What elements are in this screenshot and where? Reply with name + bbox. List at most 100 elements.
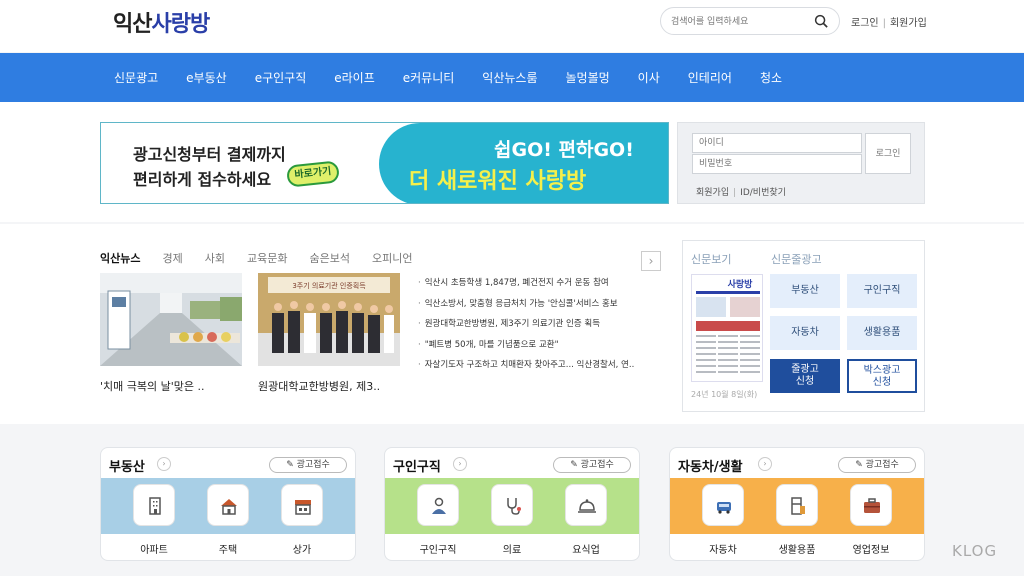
banner-left-line1: 광고신청부터 결제까지 (133, 145, 286, 164)
chevron-right-icon[interactable]: › (453, 457, 467, 471)
newspaper-panel: 신문보기 신문줄광고 사랑방 24년 10월 8일(화) 부동산 구인구직 자동… (682, 240, 925, 412)
logo-part1: 익산 (113, 12, 152, 37)
paper-button-household[interactable]: 생활용품 (847, 316, 917, 350)
item-label-household: 생활용품 (778, 545, 816, 556)
banner-go-button[interactable]: 바로가기 (285, 160, 341, 188)
news-tabs: 익산뉴스 경제 사회 교육문화 숨은보석 오피니언 (100, 250, 434, 266)
newspaper-thumbnail[interactable]: 사랑방 (691, 274, 763, 382)
ad-submit-button[interactable]: ✎ 광고접수 (553, 457, 631, 473)
news-next-arrow[interactable]: › (641, 251, 661, 271)
business-info-button[interactable] (850, 484, 892, 526)
card-title[interactable]: 자동차/생활 (678, 456, 743, 475)
item-label-jobs: 구인구직 (419, 545, 457, 556)
login-box: 로그인 회원가입 |ID/비번찾기 (677, 122, 925, 204)
tab-education-culture[interactable]: 교육문화 (247, 250, 287, 266)
household-button[interactable] (776, 484, 818, 526)
news-caption-1[interactable]: '치매 극복의 날'맞은 .. (100, 378, 205, 394)
news-thumbnail-2[interactable]: 3주기 의료기관 인증획득 (258, 273, 400, 366)
nav-item-jobs[interactable]: e구인구직 (255, 69, 307, 86)
house-button[interactable] (207, 484, 249, 526)
item-label-medical: 의료 (502, 545, 522, 556)
ad-submit-label: 광고접수 (865, 460, 899, 470)
restaurant-button[interactable] (565, 484, 607, 526)
signup-link[interactable]: 회원가입 (890, 18, 927, 29)
nav-item-community[interactable]: e커뮤니티 (403, 69, 455, 86)
store-button[interactable] (281, 484, 323, 526)
password-field[interactable] (692, 154, 862, 174)
tab-view-newspaper[interactable]: 신문보기 (691, 251, 731, 267)
line-ad-label-1: 줄광고 (791, 364, 819, 375)
promo-banner[interactable]: 광고신청부터 결제까지 편리하게 접수하세요 바로가기 쉽GO! 편하GO! 더… (100, 122, 669, 204)
stethoscope-icon (507, 498, 521, 515)
car-button[interactable] (702, 484, 744, 526)
paper-button-jobs[interactable]: 구인구직 (847, 274, 917, 308)
group-photo: 3주기 의료기관 인증획득 (258, 273, 400, 366)
top-header: 익산사랑방 로그인| 회원가입 (0, 0, 1024, 52)
card-realestate: 부동산 › ✎ 광고접수 아파트 주택 상가 (100, 447, 356, 561)
tab-hidden-gems[interactable]: 숨은보석 (309, 250, 349, 266)
household-icon (791, 497, 805, 515)
briefcase-icon (864, 498, 880, 513)
item-label-apartment: 아파트 (140, 545, 168, 556)
jobs-button[interactable] (417, 484, 459, 526)
login-button[interactable]: 로그인 (865, 133, 911, 174)
nav-item-newsroom[interactable]: 익산뉴스룸 (482, 69, 537, 86)
headline-item[interactable]: "폐트병 50개, 마를 기념품으로 교환" (418, 338, 658, 359)
nav-item-moving[interactable]: 이사 (638, 69, 660, 86)
banner-right-panel: 쉽GO! 편하GO! 더 새로워진 사랑방 (379, 123, 668, 203)
logo-part2: 사랑방 (151, 12, 210, 37)
chevron-right-icon[interactable]: › (758, 457, 772, 471)
box-ad-apply-button[interactable]: 박스광고 신청 (847, 359, 917, 393)
search-icon[interactable] (814, 14, 829, 29)
nav-item-interior[interactable]: 인테리어 (688, 69, 732, 86)
nav-item-realestate[interactable]: e부동산 (186, 69, 227, 86)
tab-iksan-news[interactable]: 익산뉴스 (100, 250, 140, 266)
nav-item-leisure[interactable]: 놀멍볼멍 (566, 69, 610, 86)
find-account-link[interactable]: ID/비번찾기 (740, 188, 786, 198)
news-caption-2[interactable]: 원광대학교한방병원, 제3.. (258, 378, 380, 394)
item-label-business: 영업정보 (852, 545, 890, 556)
card-title[interactable]: 구인구직 (393, 456, 441, 475)
paper-button-car[interactable]: 자동차 (770, 316, 840, 350)
box-ad-label-2: 신청 (872, 377, 892, 388)
nav-item-newspaper-ad[interactable]: 신문광고 (114, 69, 158, 86)
tab-newspaper-line-ad[interactable]: 신문줄광고 (771, 251, 822, 267)
login-signup-link[interactable]: 회원가입 (696, 188, 729, 198)
headline-item[interactable]: 익산시 초등학생 1,847명, 폐건전지 수거 운동 참여 (418, 276, 658, 297)
nav-item-life[interactable]: e라이프 (334, 69, 375, 86)
search-input[interactable] (671, 13, 811, 30)
tab-economy[interactable]: 경제 (162, 250, 182, 266)
site-logo[interactable]: 익산사랑방 (113, 6, 210, 38)
line-ad-apply-button[interactable]: 줄광고 신청 (770, 359, 840, 393)
login-link[interactable]: 로그인 (851, 18, 879, 29)
news-thumbnail-1[interactable] (100, 273, 242, 366)
id-field[interactable] (692, 133, 862, 153)
tab-society[interactable]: 사회 (205, 250, 225, 266)
pencil-icon: ✎ (570, 460, 581, 470)
card-title[interactable]: 부동산 (109, 456, 145, 475)
ad-submit-button[interactable]: ✎ 광고접수 (838, 457, 916, 473)
headline-item[interactable]: 원광대학교한방병원, 제3주기 의료기관 인증 획득 (418, 317, 658, 338)
headline-list: 익산시 초등학생 1,847명, 폐건전지 수거 운동 참여 익산소방서, 맞춤… (418, 276, 658, 379)
thumb2-sign-text: 3주기 의료기관 인증획득 (292, 281, 366, 290)
paper-button-realestate[interactable]: 부동산 (770, 274, 840, 308)
item-label-store: 상가 (292, 545, 312, 556)
apartment-button[interactable] (133, 484, 175, 526)
banner-left-panel: 광고신청부터 결제까지 편리하게 접수하세요 바로가기 (101, 123, 391, 203)
item-label-restaurant: 요식업 (572, 545, 600, 556)
person-icon (432, 497, 446, 514)
pencil-icon: ✎ (855, 460, 866, 470)
headline-item[interactable]: 자살기도자 구조하고 치매환자 찾아주고... 익산경찰서, 연.. (418, 358, 658, 379)
building-icon (149, 497, 161, 515)
headline-item[interactable]: 익산소방서, 맞춤형 응급처치 가능 '안심콜'서비스 홍보 (418, 297, 658, 318)
ad-submit-button[interactable]: ✎ 광고접수 (269, 457, 347, 473)
box-ad-label-1: 박스광고 (863, 365, 901, 376)
search-box (660, 7, 840, 35)
nav-item-cleaning[interactable]: 청소 (760, 69, 782, 86)
medical-button[interactable] (491, 484, 533, 526)
tab-opinion[interactable]: 오피니언 (372, 250, 412, 266)
chevron-right-icon: › (648, 254, 654, 268)
newspaper-preview: 사랑방 (692, 275, 762, 381)
chevron-right-icon[interactable]: › (157, 457, 171, 471)
login-links: 회원가입 | ID/비번찾기 (696, 185, 786, 198)
